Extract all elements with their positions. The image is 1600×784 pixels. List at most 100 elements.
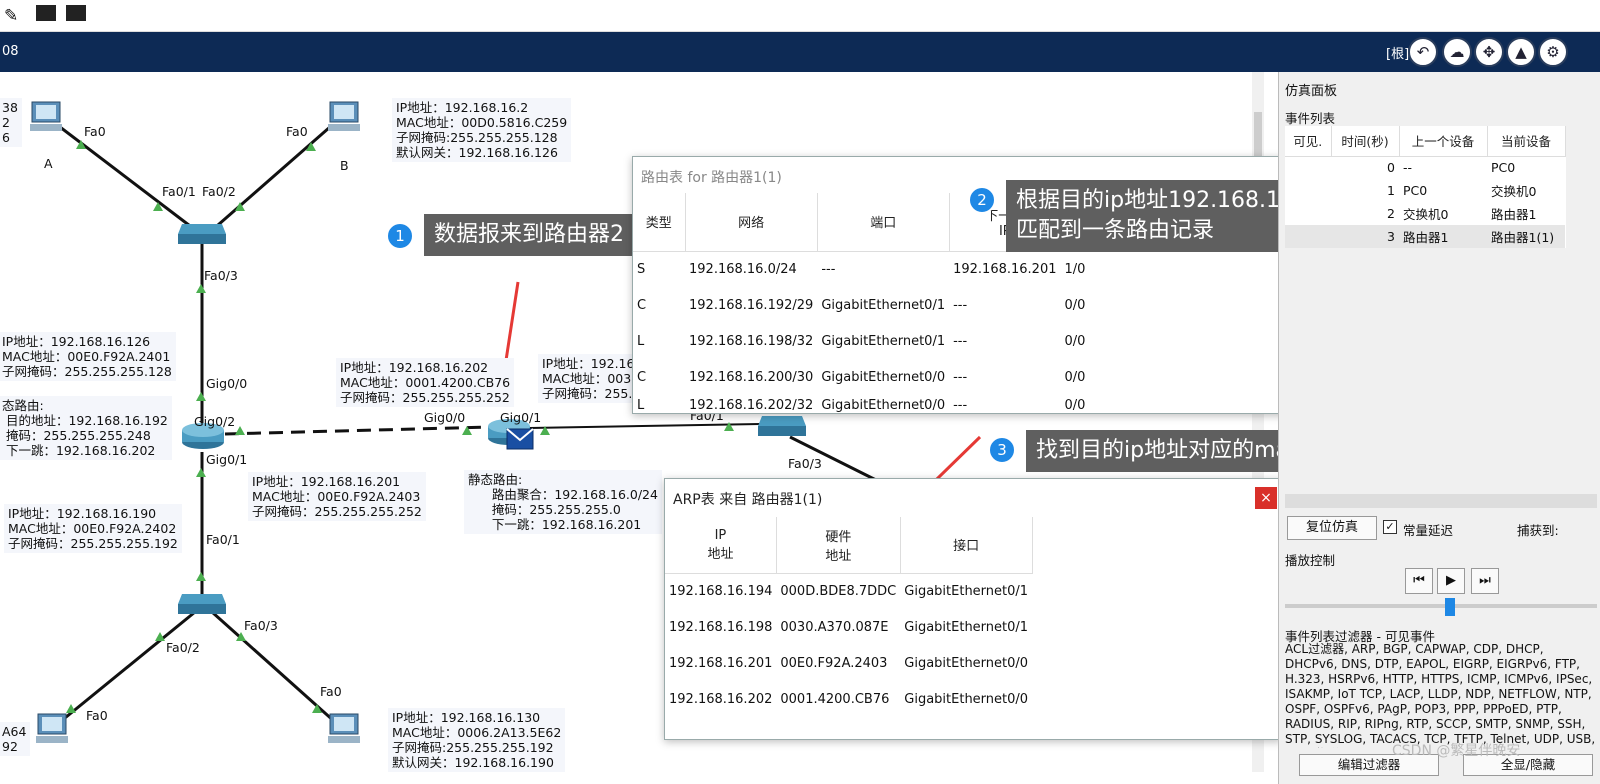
switch-top-port-b: Fa0/2 bbox=[202, 184, 236, 199]
table-row[interactable]: C 192.168.16.200/30 GigabitEthernet0/0 --- 0… bbox=[633, 359, 1105, 395]
info-router-mid-g00: IP地址：192.168.16.202 MAC地址：0001.4200.CB76… bbox=[336, 358, 515, 407]
move-icon[interactable]: ✥ bbox=[1474, 37, 1504, 67]
tab-number: 08 bbox=[2, 44, 19, 59]
router-left-gig00: Gig0/0 bbox=[206, 376, 248, 391]
top-toolbar: ✎ bbox=[0, 0, 1600, 32]
ev-col-current[interactable]: 当前设备 bbox=[1487, 126, 1566, 157]
callout-1-badge: 1 bbox=[386, 222, 414, 250]
arp-col-mac[interactable]: 硬件 地址 bbox=[776, 517, 901, 574]
router-left-gig01: Gig0/1 bbox=[206, 452, 248, 467]
packet-envelope-icon[interactable] bbox=[506, 428, 534, 450]
callout-1: 数据报来到路由器2 bbox=[424, 214, 634, 256]
link-light bbox=[153, 202, 163, 211]
table-row[interactable]: 192.168.16.194 000D.BDE8.7DDC GigabitEther… bbox=[665, 573, 1032, 609]
switch-bottom-icon[interactable] bbox=[176, 590, 228, 616]
rt-col-type[interactable]: 类型 bbox=[633, 193, 686, 252]
ev-col-visible[interactable]: 可见. bbox=[1285, 126, 1332, 157]
table-row[interactable]: C 192.168.16.192/29 GigabitEthernet0/1 --- 0… bbox=[633, 287, 1105, 323]
pc-bottom-right-port: Fa0 bbox=[320, 684, 342, 699]
link-light bbox=[540, 426, 550, 435]
pc-a-name: A bbox=[44, 156, 53, 171]
filter-list: ACL过滤器, ARP, BGP, CAPWAP, CDP, DHCP, DHC… bbox=[1285, 642, 1596, 748]
pc-bottom-left-icon[interactable] bbox=[34, 712, 70, 746]
switch-right-fa03: Fa0/3 bbox=[788, 456, 822, 471]
step-back-icon[interactable]: ⏮ bbox=[1405, 568, 1433, 594]
arp-table-window[interactable]: ARP表 来自 路由器1(1) × IP 地址 硬件 地址 接口 192.168… bbox=[664, 478, 1282, 740]
table-row[interactable]: 3 路由器1 路由器1(1) bbox=[1285, 225, 1565, 248]
rt-col-port[interactable]: 端口 bbox=[817, 193, 950, 252]
speed-slider-track[interactable] bbox=[1285, 604, 1597, 608]
switch-top-icon[interactable] bbox=[176, 220, 228, 246]
network-icon[interactable]: ⚙ bbox=[1538, 37, 1568, 67]
info-top-left-partial: 38 2 6 bbox=[0, 98, 22, 147]
rt-col-network[interactable]: 网络 bbox=[685, 193, 818, 252]
step-forward-icon[interactable]: ⏭ bbox=[1471, 568, 1499, 594]
switch-bottom-fa03: Fa0/3 bbox=[244, 618, 278, 633]
arp-col-interface[interactable]: 接口 bbox=[900, 517, 1033, 574]
arp-col-ip[interactable]: IP 地址 bbox=[665, 517, 777, 574]
pc-bottom-right-icon[interactable] bbox=[326, 712, 362, 746]
watermark: CSDN @繁星伴晚安 bbox=[1392, 743, 1521, 759]
back-icon[interactable]: ↶ bbox=[1408, 37, 1438, 67]
table-row[interactable]: S 192.168.16.0/24 --- 192.168.16.201 1/0 bbox=[633, 251, 1105, 287]
root-label[interactable]: [根] bbox=[1386, 43, 1409, 62]
table-row[interactable]: 192.168.16.198 0030.A370.087E GigabitEther… bbox=[665, 609, 1032, 645]
link-light bbox=[236, 632, 246, 641]
link-light bbox=[306, 142, 316, 151]
arp-table: IP 地址 硬件 地址 接口 192.168.16.194 000D.BDE8.7… bbox=[665, 517, 1033, 717]
info-bottom-left-partial: A64 92 bbox=[0, 722, 31, 756]
callout-3-badge: 3 bbox=[988, 436, 1016, 464]
link-light bbox=[235, 426, 245, 435]
switch-top-port-down: Fa0/3 bbox=[204, 268, 238, 283]
playback-label: 播放控制 bbox=[1285, 553, 1336, 568]
table-row[interactable]: 2 交换机0 路由器1 bbox=[1285, 202, 1565, 225]
switch-bottom-fa02: Fa0/2 bbox=[166, 640, 200, 655]
table-row[interactable]: 1 PC0 交换机0 bbox=[1285, 179, 1565, 202]
table-row[interactable]: L 192.168.16.198/32 GigabitEthernet0/1 --- 0… bbox=[633, 323, 1105, 359]
arp-table-title[interactable]: ARP表 来自 路由器1(1) bbox=[665, 479, 1281, 515]
pc-b-port: Fa0 bbox=[286, 124, 308, 139]
link-light bbox=[196, 572, 206, 581]
play-icon[interactable]: ▶ bbox=[1437, 568, 1465, 594]
speed-slider-handle[interactable] bbox=[1445, 598, 1455, 616]
switch-top-port-a: Fa0/1 bbox=[162, 184, 196, 199]
pc-a-icon[interactable] bbox=[28, 100, 64, 134]
capture-label: 捕获到: bbox=[1517, 523, 1559, 538]
router-mid-gig01: Gig0/1 bbox=[500, 410, 542, 425]
open-mail-icon[interactable] bbox=[66, 5, 86, 21]
info-pc-bottom-right: IP地址：192.168.16.130 MAC地址：0006.2A13.5E62… bbox=[388, 708, 566, 772]
callout-2-badge: 2 bbox=[968, 186, 996, 214]
const-delay-checkbox[interactable]: ✓ bbox=[1383, 520, 1397, 534]
table-row[interactable]: 0 -- PC0 bbox=[1285, 156, 1565, 179]
info-router-mid-g01: IP地址：192.16 MAC地址：003 子网掩码：255. bbox=[538, 354, 639, 403]
link-light bbox=[196, 392, 206, 401]
reset-simulation-button[interactable]: 复位仿真 bbox=[1287, 516, 1377, 540]
table-row[interactable]: 192.168.16.202 0001.4200.CB76 GigabitEther… bbox=[665, 681, 1032, 717]
switch-bottom-fa01: Fa0/1 bbox=[206, 532, 240, 547]
info-router-left-g00: IP地址：192.168.16.126 MAC地址：00E0.F92A.2401… bbox=[0, 332, 176, 381]
event-list-hscrollbar[interactable] bbox=[1285, 494, 1597, 508]
link-light bbox=[196, 468, 206, 477]
link-light bbox=[462, 426, 472, 435]
info-router-left-g01: IP地址：192.168.16.190 MAC地址：00E0.F92A.2402… bbox=[4, 504, 182, 553]
link-light bbox=[235, 202, 245, 211]
ev-col-time[interactable]: 时间(秒) bbox=[1331, 126, 1400, 157]
panel-title: 仿真面板 bbox=[1285, 84, 1338, 99]
table-row[interactable]: 192.168.16.201 00E0.F92A.2403 GigabitEther… bbox=[665, 645, 1032, 681]
switch-right-icon[interactable] bbox=[756, 412, 808, 438]
link-light bbox=[76, 140, 86, 149]
mail-icon[interactable] bbox=[36, 5, 56, 21]
close-icon[interactable]: × bbox=[1255, 487, 1277, 509]
image-icon[interactable]: ▲ bbox=[1506, 37, 1536, 67]
pc-bottom-left-port: Fa0 bbox=[86, 708, 108, 723]
cloud-icon[interactable]: ☁ bbox=[1442, 37, 1472, 67]
ev-col-prev[interactable]: 上一个设备 bbox=[1399, 126, 1488, 157]
info-pc-b: IP地址：192.168.16.2 MAC地址：00D0.5816.C259 子… bbox=[392, 98, 572, 162]
pc-b-name: B bbox=[340, 158, 349, 173]
event-list-table: 可见. 时间(秒) 上一个设备 当前设备 0 -- PC0 1 PC0 交换机0 2 交换… bbox=[1285, 126, 1566, 248]
info-router-left-g02: IP地址：192.168.16.201 MAC地址：00E0.F92A.2403… bbox=[248, 472, 426, 521]
pc-b-icon[interactable] bbox=[326, 100, 362, 134]
edit-icon[interactable]: ✎ bbox=[4, 6, 18, 26]
table-row[interactable]: L 192.168.16.202/32 GigabitEthernet0/0 --- 0… bbox=[633, 395, 1105, 415]
link-light bbox=[196, 284, 206, 293]
